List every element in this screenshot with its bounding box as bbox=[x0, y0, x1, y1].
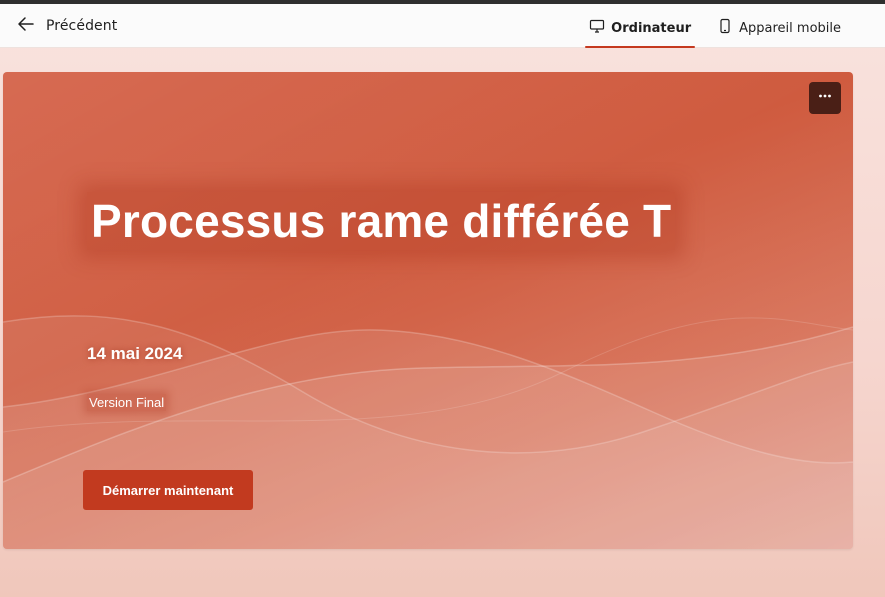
mobile-icon bbox=[717, 18, 733, 38]
page-title: Processus rame différée T bbox=[87, 192, 676, 250]
tab-appareil-mobile[interactable]: Appareil mobile bbox=[713, 8, 845, 48]
back-label: Précédent bbox=[46, 18, 118, 34]
tab-ordinateur[interactable]: Ordinateur bbox=[585, 8, 696, 48]
back-button[interactable]: Précédent bbox=[16, 12, 117, 40]
arrow-left-icon bbox=[16, 14, 36, 38]
tab-appareil-mobile-label: Appareil mobile bbox=[739, 20, 841, 36]
hero-date: 14 mai 2024 bbox=[87, 344, 183, 363]
more-options-button[interactable] bbox=[809, 82, 841, 114]
top-bar: Précédent Ordinateur Appareil mobile bbox=[0, 4, 885, 48]
more-horizontal-icon bbox=[817, 88, 833, 108]
start-now-button[interactable]: Démarrer maintenant bbox=[83, 470, 253, 510]
hero-version: Version Final bbox=[87, 394, 167, 411]
view-tabs: Ordinateur Appareil mobile bbox=[585, 8, 845, 48]
desktop-icon bbox=[589, 18, 605, 38]
hero-card: Processus rame différée T 14 mai 2024 Ve… bbox=[3, 72, 853, 549]
tab-ordinateur-label: Ordinateur bbox=[611, 20, 692, 36]
